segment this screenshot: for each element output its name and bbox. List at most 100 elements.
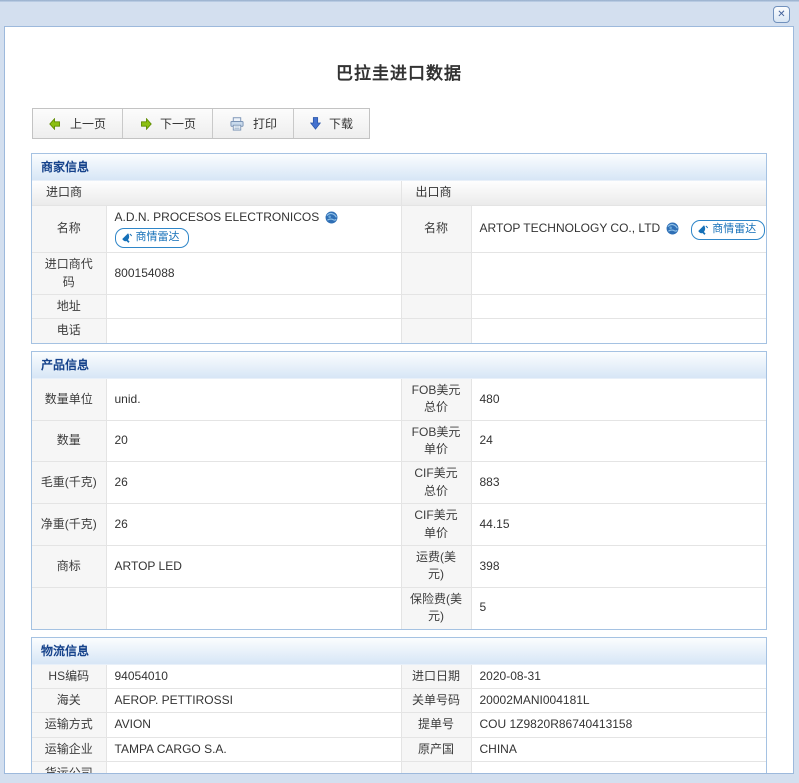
toolbar: 上一页 下一页 打印 下载: [32, 108, 370, 139]
importer-name-label: 名称: [32, 205, 106, 253]
close-button[interactable]: ✕: [773, 6, 790, 23]
empty-label: [401, 253, 471, 295]
table-row: 保险费(美元) 5: [32, 587, 766, 628]
exporter-name-label: 名称: [401, 205, 471, 253]
table-row: 毛重(千克) 26 CIF美元总价 883: [32, 462, 766, 504]
table-row: HS编码 94054010 进口日期 2020-08-31: [32, 665, 766, 689]
exporter-name-value: ARTOP TECHNOLOGY CO., LTD: [480, 220, 661, 237]
address-value: [106, 295, 401, 319]
dialog-frame-top: [0, 0, 799, 2]
download-button[interactable]: 下载: [293, 109, 369, 138]
section-logistics-info: 物流信息 HS编码 94054010 进口日期 2020-08-31 海关 AE…: [31, 637, 767, 775]
trade-country-label: 贸易国: [401, 762, 471, 774]
dialog-panel: 巴拉圭进口数据 上一页 下一页 打印: [4, 26, 794, 774]
hs-code-value: 94054010: [106, 665, 401, 689]
next-page-label: 下一页: [160, 115, 196, 132]
table-row: 地址: [32, 295, 766, 319]
product-table: 数量单位 unid. FOB美元总价 480 数量 20 FOB美元单价 24 …: [32, 379, 766, 629]
exporter-column-header: 出口商: [401, 181, 766, 205]
importer-code-value: 800154088: [106, 253, 401, 295]
quantity-label: 数量: [32, 420, 106, 462]
insurance-label: 保险费(美元): [401, 587, 471, 628]
table-row: 货运公司所在国 COLOMBIA 贸易国 CHINA: [32, 762, 766, 774]
empty-label: [32, 587, 106, 628]
table-row: 运输方式 AVION 提单号 COU 1Z9820R86740413158: [32, 713, 766, 737]
quantity-unit-value: unid.: [106, 379, 401, 420]
table-row: 运输企业 TAMPA CARGO S.A. 原产国 CHINA: [32, 737, 766, 761]
fob-total-label: FOB美元总价: [401, 379, 471, 420]
empty-label: [401, 319, 471, 343]
cif-unit-value: 44.15: [471, 504, 766, 546]
logistics-section-title: 物流信息: [32, 638, 766, 665]
table-row: 商标 ARTOP LED 运费(美元) 398: [32, 545, 766, 587]
table-row: 进口商代码 800154088: [32, 253, 766, 295]
transport-mode-label: 运输方式: [32, 713, 106, 737]
importer-code-label: 进口商代码: [32, 253, 106, 295]
radar-badge-label: 商情雷达: [712, 222, 756, 238]
trade-country-value: CHINA: [471, 762, 766, 774]
logistics-table: HS编码 94054010 进口日期 2020-08-31 海关 AEROP. …: [32, 665, 766, 775]
prev-page-label: 上一页: [70, 115, 106, 132]
merchant-section-title: 商家信息: [32, 154, 766, 181]
freight-company-country-label: 货运公司所在国: [32, 762, 106, 774]
bill-of-lading-value: COU 1Z9820R86740413158: [471, 713, 766, 737]
empty-value: [106, 587, 401, 628]
address-label: 地址: [32, 295, 106, 319]
radar-badge[interactable]: 商情雷达: [115, 228, 189, 248]
declaration-number-value: 20002MANI004181L: [471, 688, 766, 712]
declaration-number-label: 关单号码: [401, 688, 471, 712]
phone-value: [106, 319, 401, 343]
importer-name-value: A.D.N. PROCESOS ELECTRONICOS: [115, 209, 320, 226]
empty-value: [471, 319, 766, 343]
section-product-info: 产品信息 数量单位 unid. FOB美元总价 480 数量 20 FOB美元单…: [31, 351, 767, 630]
fob-unit-label: FOB美元单价: [401, 420, 471, 462]
fob-unit-value: 24: [471, 420, 766, 462]
print-button[interactable]: 打印: [212, 109, 293, 138]
importer-column-header: 进口商: [32, 181, 401, 205]
freight-label: 运费(美元): [401, 545, 471, 587]
importer-name-cell: A.D.N. PROCESOS ELECTRONICOS 商情雷达: [106, 205, 401, 253]
merchant-table: 进口商 出口商 名称 A.D.N. PROCESOS ELECTRONICOS: [32, 181, 766, 343]
exporter-name-cell: ARTOP TECHNOLOGY CO., LTD 商情雷达: [471, 205, 766, 253]
radar-badge-label: 商情雷达: [136, 230, 180, 246]
globe-icon[interactable]: [666, 222, 679, 235]
empty-value: [471, 295, 766, 319]
bill-of-lading-label: 提单号: [401, 713, 471, 737]
transport-mode-value: AVION: [106, 713, 401, 737]
radar-badge[interactable]: 商情雷达: [691, 220, 765, 240]
insurance-value: 5: [471, 587, 766, 628]
download-label: 下载: [329, 115, 353, 132]
green-arrow-right-icon: [139, 118, 152, 130]
empty-label: [401, 295, 471, 319]
customs-label: 海关: [32, 688, 106, 712]
customs-value: AEROP. PETTIROSSI: [106, 688, 401, 712]
table-row: 进口商 出口商: [32, 181, 766, 205]
brand-value: ARTOP LED: [106, 545, 401, 587]
table-row: 数量单位 unid. FOB美元总价 480: [32, 379, 766, 420]
phone-label: 电话: [32, 319, 106, 343]
table-row: 数量 20 FOB美元单价 24: [32, 420, 766, 462]
page-title: 巴拉圭进口数据: [5, 59, 793, 84]
quantity-unit-label: 数量单位: [32, 379, 106, 420]
table-row: 海关 AEROP. PETTIROSSI 关单号码 20002MANI00418…: [32, 688, 766, 712]
quantity-value: 20: [106, 420, 401, 462]
table-row: 电话: [32, 319, 766, 343]
empty-value: [471, 253, 766, 295]
cif-unit-label: CIF美元单价: [401, 504, 471, 546]
origin-country-value: CHINA: [471, 737, 766, 761]
print-label: 打印: [253, 115, 277, 132]
freight-value: 398: [471, 545, 766, 587]
gross-weight-label: 毛重(千克): [32, 462, 106, 504]
carrier-value: TAMPA CARGO S.A.: [106, 737, 401, 761]
green-arrow-left-icon: [49, 118, 62, 130]
table-row: 名称 A.D.N. PROCESOS ELECTRONICOS: [32, 205, 766, 253]
net-weight-label: 净重(千克): [32, 504, 106, 546]
table-row: 净重(千克) 26 CIF美元单价 44.15: [32, 504, 766, 546]
next-page-button[interactable]: 下一页: [122, 109, 212, 138]
printer-icon: [229, 117, 245, 131]
globe-icon[interactable]: [325, 211, 338, 224]
prev-page-button[interactable]: 上一页: [33, 109, 122, 138]
radar-dish-icon: [121, 232, 133, 244]
brand-label: 商标: [32, 545, 106, 587]
section-merchant-info: 商家信息 进口商 出口商 名称 A.D.N. PROCESOS ELECTRON…: [31, 153, 767, 344]
